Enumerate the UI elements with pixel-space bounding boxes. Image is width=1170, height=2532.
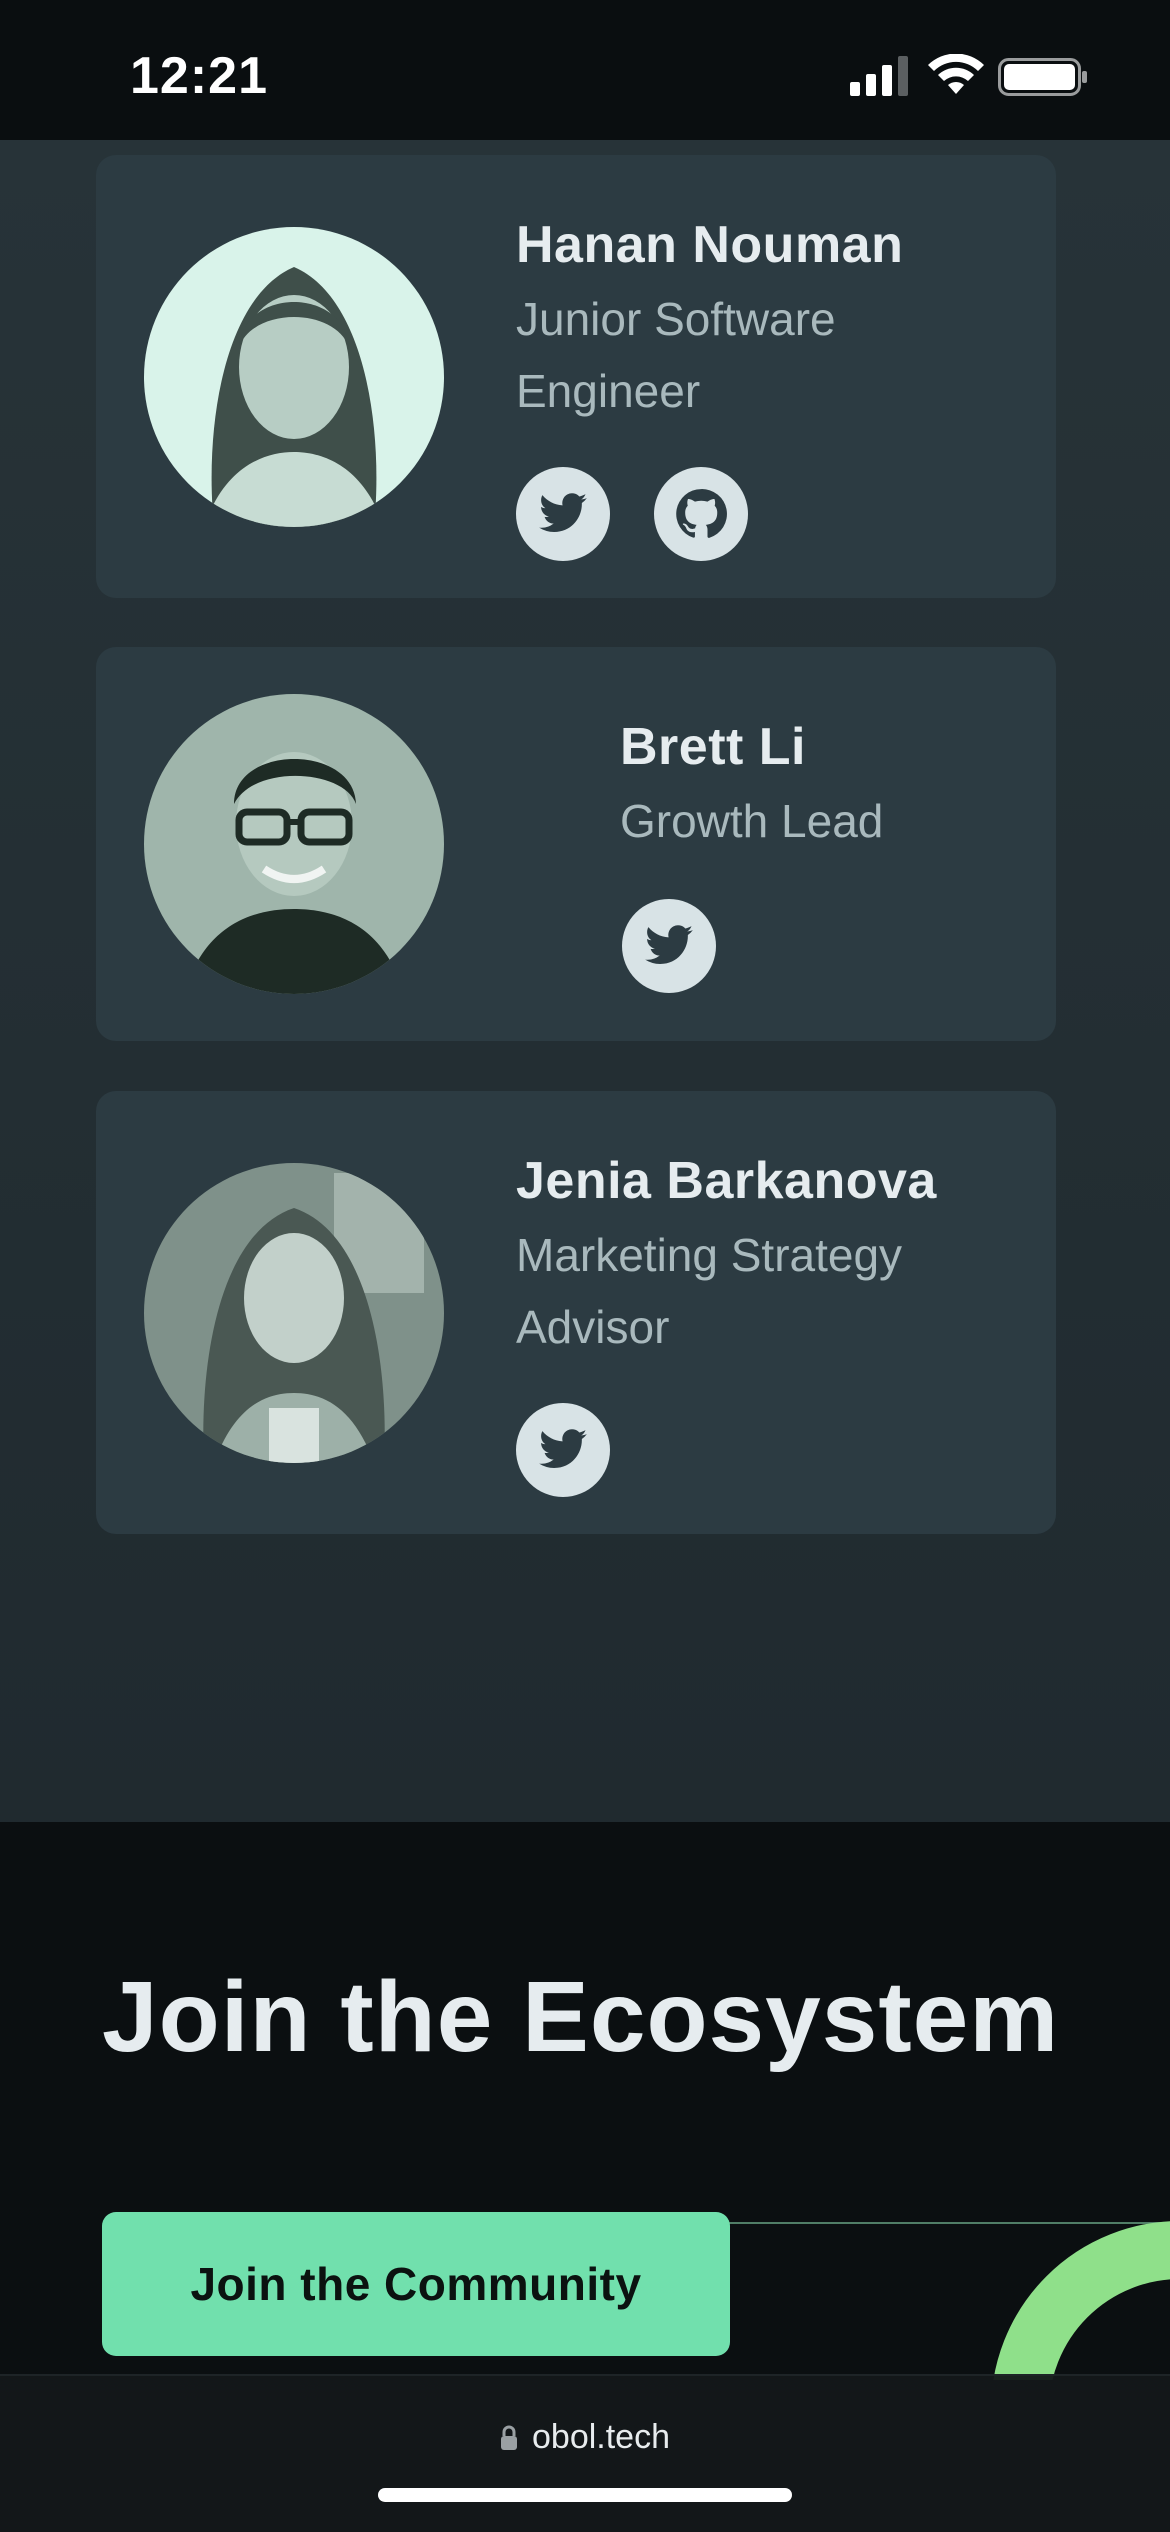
browser-bottom-bar: obol.tech (0, 2374, 1170, 2532)
wifi-icon (928, 54, 984, 94)
team-card-brett-li: Brett Li Growth Lead (96, 647, 1056, 1041)
twitter-link[interactable] (516, 467, 610, 561)
member-name: Brett Li (620, 718, 806, 776)
avatar-brett-li (144, 694, 444, 994)
team-card-jenia-barkanova: Jenia Barkanova Marketing Strategy Advis… (96, 1091, 1056, 1534)
member-role-line1: Junior Software (516, 293, 836, 345)
status-time: 12:21 (130, 47, 268, 105)
url-bar[interactable]: obol.tech (0, 2418, 1170, 2457)
avatar-jenia-barkanova (144, 1163, 444, 1463)
battery-icon (998, 58, 1087, 96)
join-community-button[interactable]: Join the Community (102, 2212, 730, 2356)
decorative-arc (960, 2220, 1170, 2380)
member-role-line1: Marketing Strategy (516, 1229, 903, 1281)
home-indicator[interactable] (378, 2488, 792, 2502)
twitter-icon (645, 925, 693, 964)
member-name: Jenia Barkanova (516, 1152, 937, 1210)
github-icon (676, 489, 727, 538)
twitter-icon (539, 493, 587, 532)
github-link[interactable] (654, 467, 748, 561)
cellular-signal-icon (850, 56, 908, 96)
member-role-line2: Engineer (516, 365, 701, 417)
status-bar: 12:21 (0, 0, 1170, 140)
join-title: Join the Ecosystem (102, 1961, 1060, 2073)
twitter-link[interactable] (516, 1403, 610, 1497)
twitter-link[interactable] (622, 899, 716, 993)
member-role: Junior Software Engineer (516, 283, 836, 427)
member-role: Growth Lead (620, 785, 883, 857)
twitter-icon (539, 1429, 587, 1468)
team-section: Hanan Nouman Junior Software Engineer Br… (0, 140, 1170, 1822)
member-role-line2: Advisor (516, 1301, 670, 1353)
member-role: Marketing Strategy Advisor (516, 1219, 902, 1363)
member-name: Hanan Nouman (516, 216, 904, 274)
url-text: obol.tech (532, 2418, 670, 2456)
avatar-hanan-nouman (144, 227, 444, 527)
lock-icon (501, 2425, 517, 2450)
member-role-line1: Growth Lead (620, 795, 884, 847)
team-card-hanan-nouman: Hanan Nouman Junior Software Engineer (96, 155, 1056, 598)
